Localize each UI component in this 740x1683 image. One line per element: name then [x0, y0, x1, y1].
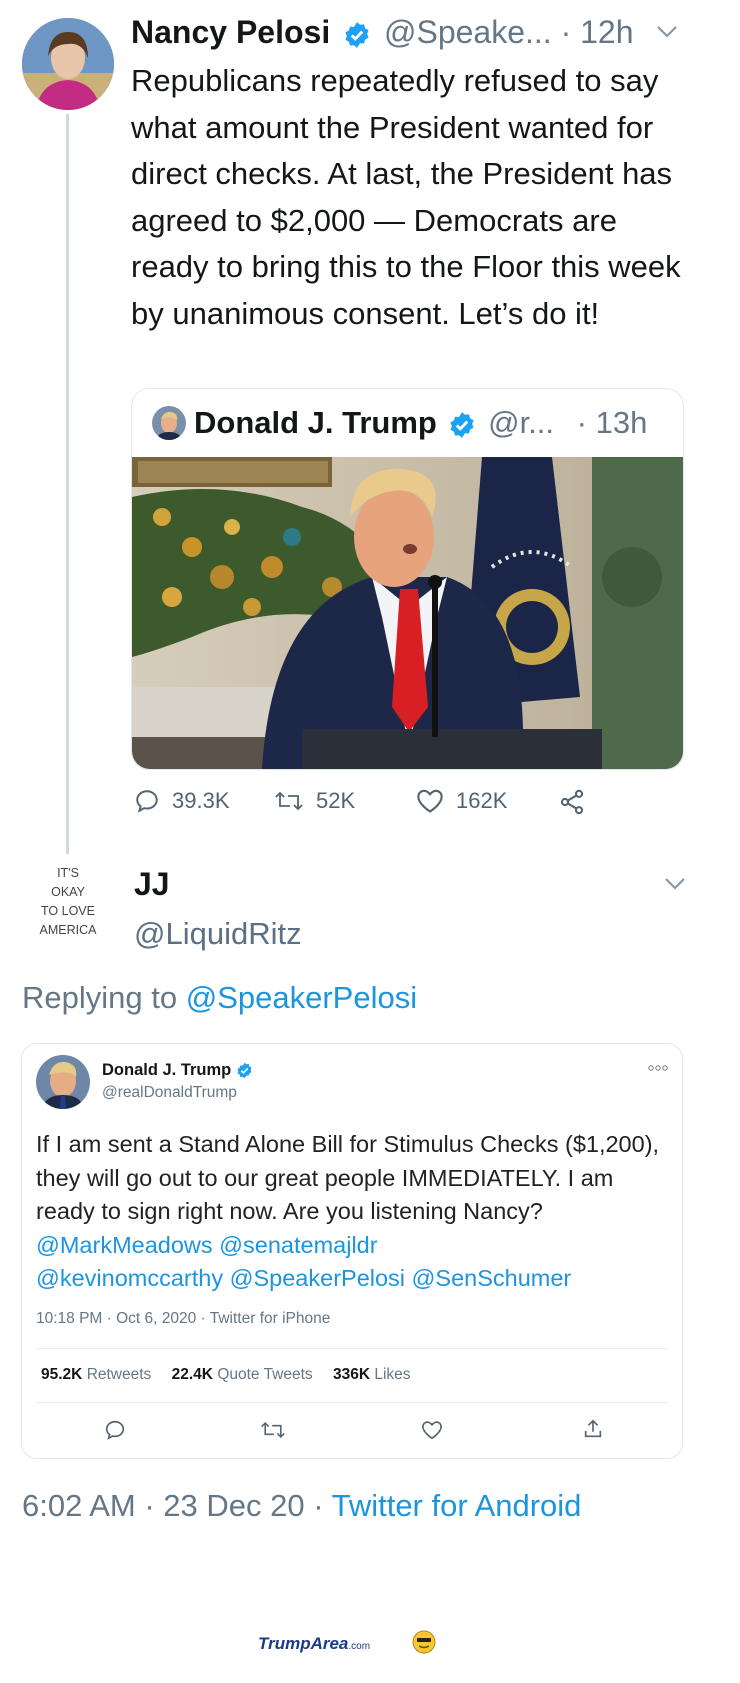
retweets-label: Retweets — [86, 1366, 152, 1383]
reply-count: 39.3K — [172, 788, 230, 813]
reply-author-name[interactable]: JJ — [134, 864, 170, 904]
reply-button[interactable]: 39.3K — [134, 788, 230, 814]
tweet-time[interactable]: · 12h — [561, 14, 634, 50]
trump-avatar-small — [152, 406, 186, 440]
avatar-text-line: AMERICA — [39, 923, 97, 937]
avatar-text-line: IT'S — [57, 866, 79, 880]
verified-badge-icon — [448, 411, 476, 439]
reply-menu-chevron-icon[interactable] — [663, 876, 687, 892]
replying-prefix: Replying to — [22, 980, 178, 1015]
embedded-tweet-text: If I am sent a Stand Alone Bill for Stim… — [36, 1128, 672, 1296]
verified-badge-icon — [343, 21, 371, 49]
avatar-text-line: TO LOVE — [41, 904, 95, 918]
share-icon — [558, 788, 586, 816]
trump-avatar — [36, 1055, 90, 1109]
retweet-button[interactable]: 52K — [274, 788, 355, 814]
divider — [36, 1348, 668, 1349]
quoted-handle: @r... — [488, 405, 555, 440]
retweet-icon — [274, 788, 304, 814]
reply-author-handle[interactable]: @LiquidRitz — [134, 914, 302, 954]
embedded-mentions: @MarkMeadows @senatemajldr — [36, 1231, 378, 1258]
divider — [36, 1402, 668, 1403]
quote-tweets-label: Quote Tweets — [217, 1366, 313, 1383]
reply-source-link[interactable]: Twitter for Android — [332, 1488, 582, 1523]
like-button[interactable]: 162K — [416, 788, 507, 814]
embedded-retweet-icon — [260, 1419, 286, 1441]
avatar-text-line: OKAY — [51, 885, 85, 899]
reply-timestamp-line: 6:02 AM · 23 Dec 20 · Twitter for Androi… — [22, 1484, 581, 1528]
quoted-tweet[interactable]: Donald J. Trump @r... · 13h — [131, 388, 684, 770]
pelosi-avatar[interactable] — [22, 18, 114, 110]
quoted-time: · 13h — [576, 405, 648, 440]
embedded-mentions: @kevinomccarthy @SpeakerPelosi @SenSchum… — [36, 1265, 572, 1291]
jj-avatar[interactable]: IT'S OKAY TO LOVE AMERICA — [22, 858, 114, 950]
quoted-header: Donald J. Trump @r... · 13h — [194, 401, 674, 445]
heart-icon — [416, 788, 444, 814]
embedded-heart-icon — [421, 1420, 443, 1440]
quoted-photo[interactable] — [132, 457, 683, 769]
reply-icon — [134, 788, 160, 814]
replying-to: Replying to @SpeakerPelosi — [22, 976, 417, 1020]
likes-label: Likes — [374, 1366, 411, 1383]
watermark-brand: TrumpArea — [258, 1634, 349, 1653]
tweet-text: Republicans repeatedly refused to say wh… — [131, 63, 681, 331]
watermark-logo: TrumpArea.com — [258, 1632, 370, 1659]
embedded-tweet-card[interactable]: Donald J. Trump @realDonaldTrump If I am… — [21, 1043, 683, 1459]
verified-badge-icon — [236, 1062, 253, 1079]
retweets-count: 95.2K — [41, 1366, 83, 1383]
quoted-author-name: Donald J. Trump — [194, 405, 437, 440]
tweet-header: Nancy Pelosi @Speake... · 12h — [131, 10, 691, 54]
likes-count: 336K — [332, 1366, 371, 1383]
embedded-stats: 95.2K Retweets 22.4K Quote Tweets 336K L… — [41, 1364, 411, 1386]
embedded-author-name: Donald J. Trump — [102, 1061, 232, 1079]
watermark-suffix: .com — [348, 1641, 371, 1652]
retweet-count: 52K — [316, 788, 356, 813]
embedded-header: Donald J. Trump — [102, 1059, 253, 1081]
author-name[interactable]: Nancy Pelosi — [131, 14, 330, 50]
embedded-reply-icon — [104, 1419, 126, 1441]
quote-tweets-count: 22.4K — [171, 1366, 213, 1383]
emoji-face-icon — [412, 1630, 436, 1654]
like-count: 162K — [456, 788, 508, 813]
embedded-upload-icon — [582, 1418, 604, 1440]
author-handle[interactable]: @Speake... — [384, 14, 552, 50]
embedded-timestamp: 10:18 PM · Oct 6, 2020 · Twitter for iPh… — [36, 1310, 331, 1327]
replying-handle-link[interactable]: @SpeakerPelosi — [186, 980, 417, 1015]
thread-line — [66, 114, 69, 854]
more-dots-icon — [648, 1064, 668, 1072]
embedded-author-handle: @realDonaldTrump — [102, 1084, 237, 1101]
share-button[interactable] — [558, 788, 586, 816]
reply-timestamp: 6:02 AM · 23 Dec 20 · — [22, 1488, 332, 1523]
embedded-text-body: If I am sent a Stand Alone Bill for Stim… — [36, 1131, 660, 1224]
tweet-menu-chevron-icon[interactable] — [655, 24, 679, 40]
